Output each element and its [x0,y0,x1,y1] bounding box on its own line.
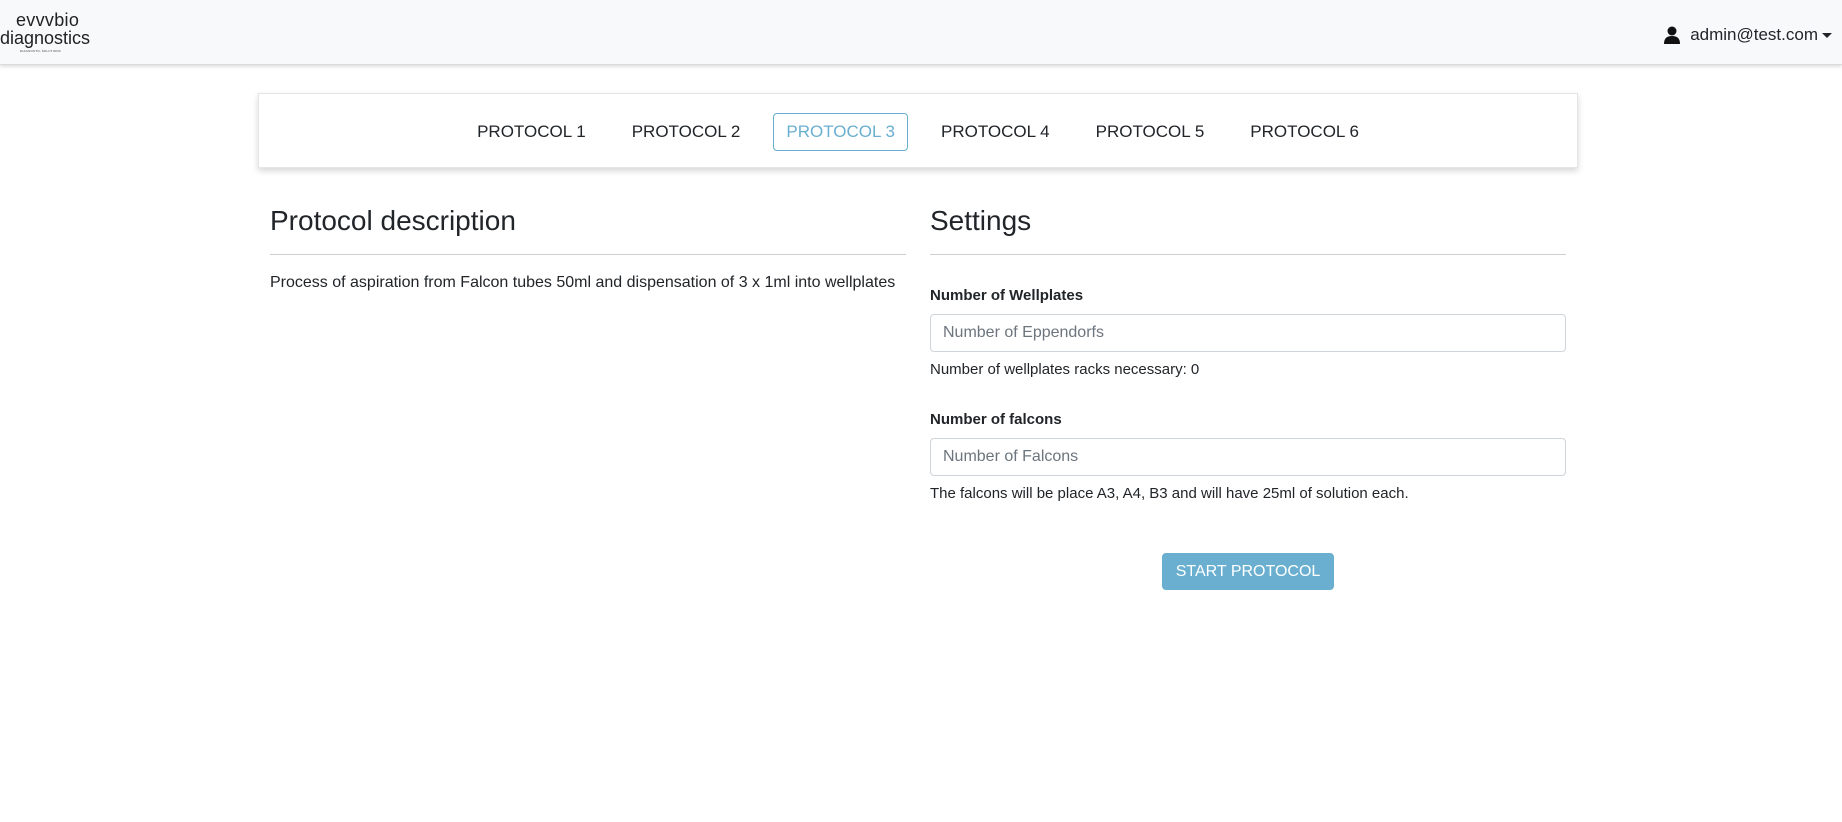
chevron-down-icon[interactable] [1822,32,1832,38]
protocol-description-panel: Protocol description Process of aspirati… [270,195,906,292]
user-menu[interactable]: admin@test.com [1664,24,1832,46]
brand-tagline: DIAGNOSTIC SOLUTIONS [20,49,61,53]
falcons-input[interactable] [930,438,1566,476]
divider [930,254,1566,255]
protocol-tabs: PROTOCOL 1 PROTOCOL 2 PROTOCOL 3 PROTOCO… [259,113,1577,151]
tab-protocol-2[interactable]: PROTOCOL 2 [619,113,754,151]
wellplates-help-text: Number of wellplates racks necessary: 0 [930,361,1200,378]
wellplates-input[interactable] [930,314,1566,352]
brand-logo-line1: evvvbio [16,10,80,30]
tab-protocol-3[interactable]: PROTOCOL 3 [773,113,908,151]
user-icon [1664,26,1681,44]
tab-protocol-6[interactable]: PROTOCOL 6 [1237,113,1372,151]
user-email[interactable]: admin@test.com [1690,25,1818,45]
protocol-tabs-card: PROTOCOL 1 PROTOCOL 2 PROTOCOL 3 PROTOCO… [258,93,1578,168]
settings-title: Settings [930,205,1032,236]
protocol-description-text: Process of aspiration from Falcon tubes … [270,274,896,291]
protocol-description-title: Protocol description [270,205,516,236]
top-navbar: evvvbio diagnostics DIAGNOSTIC SOLUTIONS… [0,0,1842,65]
falcons-label: Number of falcons [930,411,1062,428]
start-protocol-button[interactable]: START PROTOCOL [1161,553,1335,590]
settings-panel: Settings Number of Wellplates Number of … [930,195,1566,590]
divider [270,254,906,255]
tab-protocol-5[interactable]: PROTOCOL 5 [1083,113,1218,151]
tab-protocol-1[interactable]: PROTOCOL 1 [464,113,599,151]
wellplates-label: Number of Wellplates [930,287,1084,304]
brand-logo[interactable]: evvvbio diagnostics DIAGNOSTIC SOLUTIONS [0,10,90,56]
brand-logo-line2: diagnostics [0,28,91,48]
tab-protocol-4[interactable]: PROTOCOL 4 [928,113,1063,151]
start-button-wrapper: START PROTOCOL [930,553,1566,590]
falcons-help-text: The falcons will be place A3, A4, B3 and… [930,485,1409,502]
